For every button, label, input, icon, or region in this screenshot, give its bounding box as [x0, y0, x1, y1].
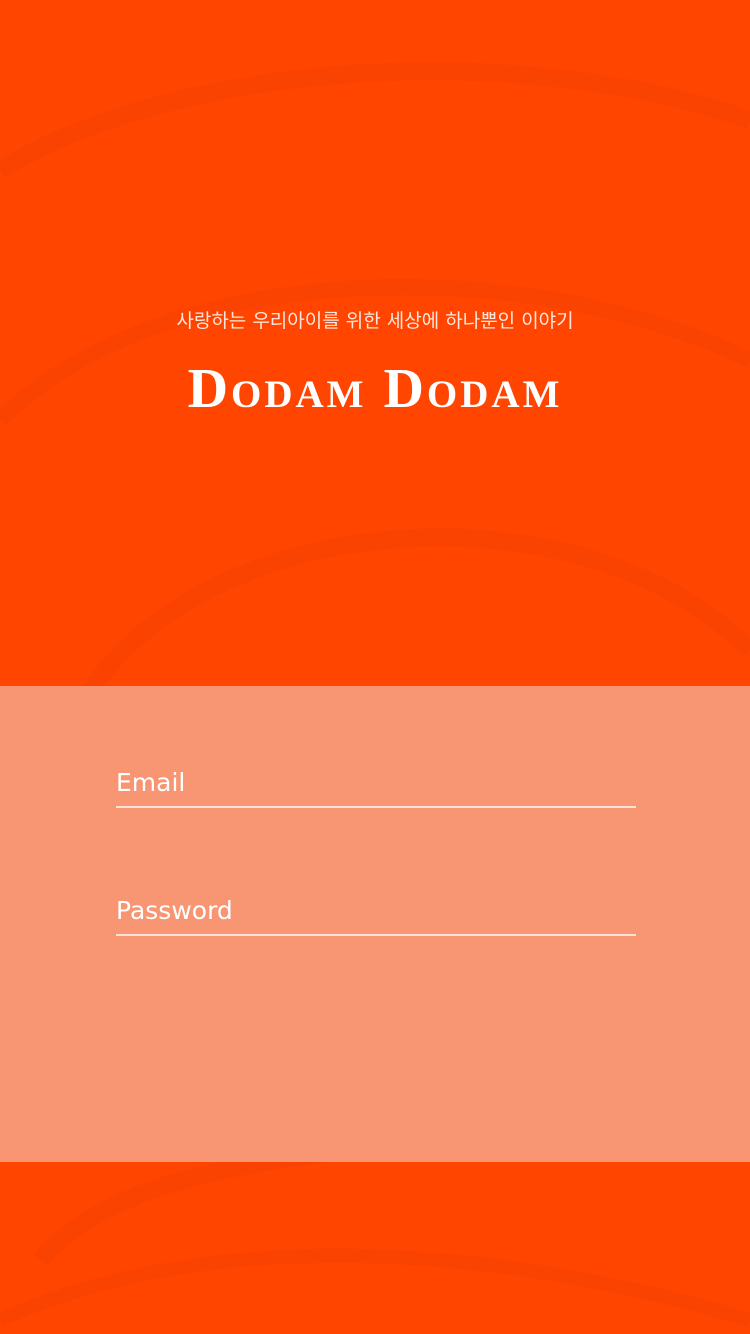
app-logo: Dodam Dodam	[187, 358, 563, 420]
app-tagline: 사랑하는 우리아이를 위한 세상에 하나뿐인 이야기	[176, 310, 574, 332]
login-panel	[0, 686, 750, 1162]
email-input[interactable]	[116, 758, 636, 806]
password-field	[116, 886, 636, 936]
email-field	[116, 758, 636, 808]
password-input[interactable]	[116, 886, 636, 934]
